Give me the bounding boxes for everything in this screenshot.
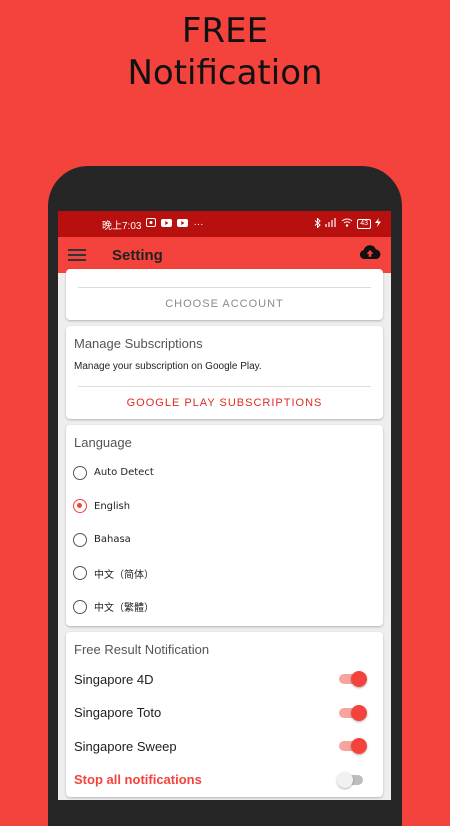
page-title: Setting — [112, 246, 163, 264]
language-card: Language Auto Detect English Bahasa 中文（简… — [66, 425, 383, 626]
radio-button[interactable] — [73, 566, 87, 581]
youtube-icon — [161, 218, 173, 230]
language-option-english[interactable]: English — [66, 490, 383, 524]
youtube-icon-2 — [177, 218, 189, 230]
subscriptions-title: Manage Subscriptions — [74, 336, 203, 351]
battery-icon: 43 — [357, 219, 371, 229]
cast-icon — [146, 218, 157, 230]
notification-row-singapore-toto: Singapore Toto — [66, 696, 383, 730]
account-card: CHOOSE ACCOUNT — [66, 269, 383, 320]
notification-label: Singapore Sweep — [74, 738, 177, 754]
notification-label: Singapore Toto — [74, 705, 162, 721]
bluetooth-icon — [314, 216, 321, 231]
stop-all-notifications-label: Stop all notifications — [74, 772, 202, 788]
notification-label: Singapore 4D — [74, 671, 154, 687]
language-option-label: Bahasa — [94, 534, 131, 546]
radio-button-selected[interactable] — [73, 499, 87, 514]
language-option-label: 中文（繁體） — [94, 603, 154, 615]
promo-banner: FREE Notification — [0, 10, 450, 94]
notifications-card: Free Result Notification Singapore 4D Si… — [66, 631, 383, 797]
cloud-upload-icon[interactable] — [359, 245, 381, 265]
language-option-bahasa[interactable]: Bahasa — [66, 523, 383, 557]
stop-all-notifications-toggle[interactable] — [337, 771, 367, 788]
subscriptions-card: Manage Subscriptions Manage your subscri… — [66, 326, 383, 419]
wifi-icon — [341, 218, 353, 230]
settings-content: CHOOSE ACCOUNT Manage Subscriptions Mana… — [58, 269, 391, 797]
battery-level: 43 — [357, 219, 371, 229]
language-option-chinese-simplified[interactable]: 中文（简体） — [66, 557, 383, 591]
singapore-4d-toggle[interactable] — [339, 671, 367, 688]
promo-line-1: FREE — [181, 11, 269, 51]
notifications-title: Free Result Notification — [74, 641, 210, 657]
notification-row-singapore-4d: Singapore 4D — [66, 663, 383, 697]
radio-button[interactable] — [73, 599, 87, 614]
google-play-subscriptions-button[interactable]: GOOGLE PLAY SUBSCRIPTIONS — [66, 387, 383, 419]
language-option-auto-detect[interactable]: Auto Detect — [66, 456, 383, 490]
choose-account-button[interactable]: CHOOSE ACCOUNT — [66, 288, 383, 320]
status-time: 晚上7:03 — [102, 220, 142, 232]
radio-button[interactable] — [73, 532, 87, 547]
phone-screen: 晚上7:03 ··· 43 Setting CHOOSE ACCOUNT Man… — [58, 211, 391, 800]
status-icons: 43 — [314, 216, 381, 231]
singapore-sweep-toggle[interactable] — [339, 738, 367, 755]
language-option-chinese-traditional[interactable]: 中文（繁體） — [66, 590, 383, 624]
notification-row-stop-all: Stop all notifications — [66, 763, 383, 797]
language-option-label: 中文（简体） — [94, 569, 154, 581]
signal-icon — [325, 218, 337, 230]
more-notifications-icon: ··· — [193, 218, 204, 230]
subscriptions-description: Manage your subscription on Google Play. — [74, 361, 262, 372]
language-option-label: English — [94, 500, 131, 512]
promo-line-2: Notification — [127, 53, 323, 93]
notification-row-singapore-sweep: Singapore Sweep — [66, 730, 383, 764]
radio-button[interactable] — [73, 465, 87, 480]
status-bar: 晚上7:03 ··· 43 — [58, 211, 391, 237]
app-toolbar: Setting — [58, 237, 391, 273]
hamburger-icon[interactable] — [68, 249, 86, 261]
language-title: Language — [74, 435, 132, 450]
singapore-toto-toggle[interactable] — [339, 704, 367, 721]
language-option-label: Auto Detect — [94, 467, 154, 479]
charging-icon — [375, 218, 381, 230]
